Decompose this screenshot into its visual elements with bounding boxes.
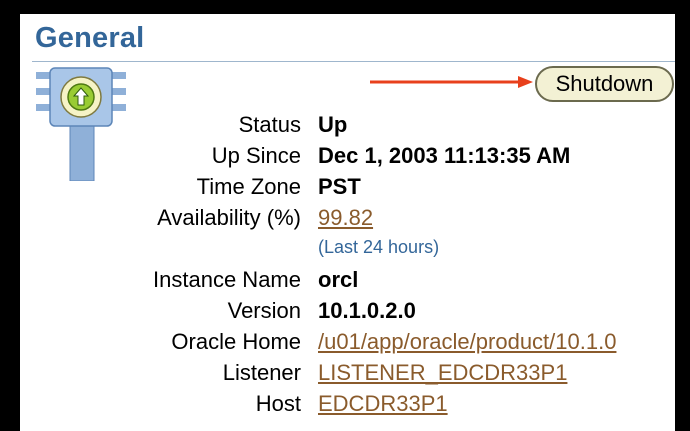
time-zone-row: Time Zone PST bbox=[20, 172, 675, 202]
time-zone-label: Time Zone bbox=[196, 174, 301, 199]
host-row: Host EDCDR33P1 bbox=[20, 389, 675, 419]
listener-row: Listener LISTENER_EDCDR33P1 bbox=[20, 358, 675, 388]
host-link[interactable]: EDCDR33P1 bbox=[318, 389, 448, 419]
version-label: Version bbox=[227, 298, 301, 323]
oracle-home-label: Oracle Home bbox=[171, 329, 301, 354]
up-since-row: Up Since Dec 1, 2003 11:13:35 AM bbox=[20, 141, 675, 171]
listener-label: Listener bbox=[222, 360, 301, 385]
status-row: Status Up bbox=[20, 110, 675, 140]
instance-name-row: Instance Name orcl bbox=[20, 265, 675, 295]
up-since-label: Up Since bbox=[211, 143, 301, 168]
oracle-home-link[interactable]: /u01/app/oracle/product/10.1.0 bbox=[318, 327, 616, 357]
window-frame: General Shutdown Status Up Up Since Dec … bbox=[0, 0, 690, 431]
version-value: 10.1.0.2.0 bbox=[318, 298, 416, 323]
availability-label: Availability (%) bbox=[157, 205, 301, 230]
status-value: Up bbox=[318, 112, 348, 137]
instance-name-value: orcl bbox=[318, 267, 359, 292]
availability-link[interactable]: 99.82 bbox=[318, 203, 373, 233]
oracle-home-row: Oracle Home /u01/app/oracle/product/10.1… bbox=[20, 327, 675, 357]
availability-note: (Last 24 hours) bbox=[318, 237, 440, 257]
general-panel: General Shutdown Status Up Up Since Dec … bbox=[20, 14, 675, 431]
pointer-arrow-icon bbox=[370, 76, 533, 88]
listener-link[interactable]: LISTENER_EDCDR33P1 bbox=[318, 358, 567, 388]
availability-row: Availability (%) 99.82 bbox=[20, 203, 675, 233]
host-label: Host bbox=[255, 391, 301, 416]
title-divider bbox=[32, 61, 675, 62]
time-zone-value: PST bbox=[318, 174, 361, 199]
section-title: General bbox=[35, 22, 145, 54]
shutdown-button[interactable]: Shutdown bbox=[535, 66, 674, 102]
up-since-value: Dec 1, 2003 11:13:35 AM bbox=[318, 143, 571, 168]
instance-name-label: Instance Name bbox=[153, 267, 301, 292]
version-row: Version 10.1.0.2.0 bbox=[20, 296, 675, 326]
status-label: Status bbox=[238, 112, 301, 137]
